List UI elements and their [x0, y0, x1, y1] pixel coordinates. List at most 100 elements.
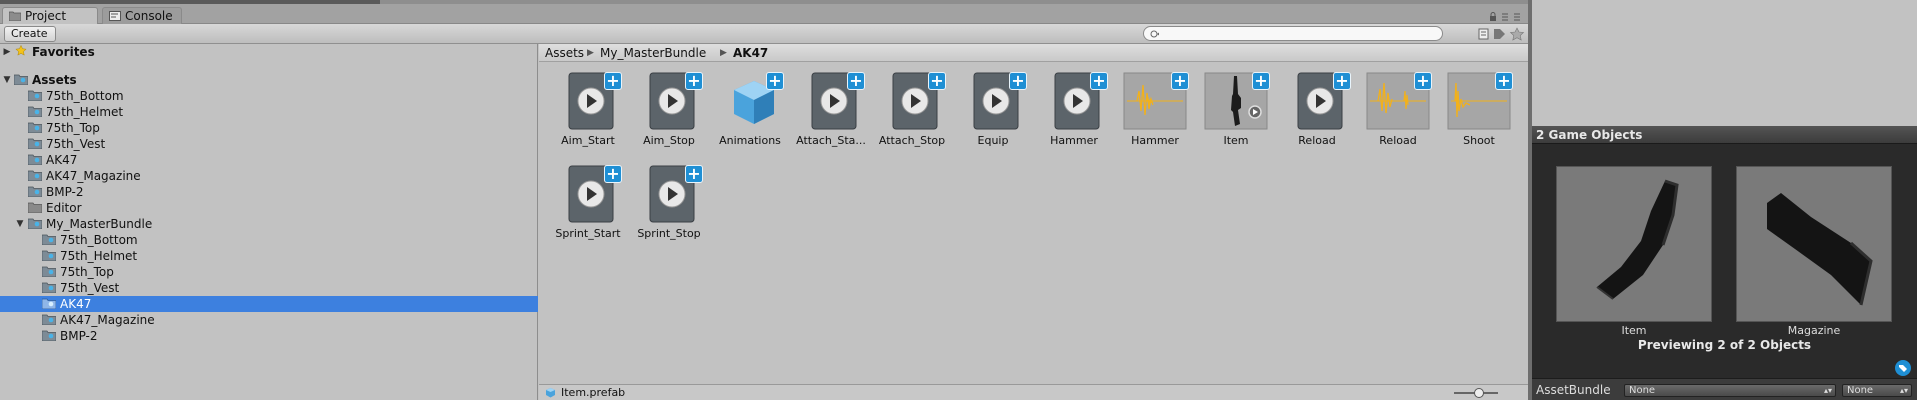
- filter-by-type-icon[interactable]: [1478, 28, 1489, 40]
- tree-item-ak47-magazine[interactable]: AK47_Magazine: [0, 168, 538, 184]
- chevron-updown-icon: ▴▾: [1899, 386, 1908, 395]
- asset-name: Sprint_Start: [555, 227, 621, 240]
- asset-sprint-start[interactable]: + Sprint_Start: [548, 159, 628, 249]
- add-plus-icon[interactable]: +: [685, 72, 703, 90]
- add-plus-icon[interactable]: +: [1171, 72, 1189, 90]
- slider-knob[interactable]: [1474, 388, 1484, 398]
- add-plus-icon[interactable]: +: [1009, 72, 1027, 90]
- asset-animations[interactable]: + Animations: [710, 66, 790, 156]
- favorites-label: Favorites: [32, 45, 95, 59]
- tab-console[interactable]: Console: [102, 7, 182, 24]
- add-plus-icon[interactable]: +: [766, 72, 784, 90]
- add-plus-icon[interactable]: +: [604, 72, 622, 90]
- preview-item[interactable]: [1556, 166, 1712, 322]
- tree-favorites[interactable]: ▶ Favorites: [0, 44, 538, 60]
- folder-icon: [14, 74, 28, 85]
- add-plus-icon[interactable]: +: [1414, 72, 1432, 90]
- assetbundle-bar: AssetBundle None ▴▾ None ▴▾: [1532, 378, 1917, 400]
- tree-item-editor[interactable]: Editor: [0, 200, 538, 216]
- asset-aim-start[interactable]: + Aim_Start: [548, 66, 628, 156]
- console-icon: [109, 11, 121, 21]
- tree-item-75th-vest[interactable]: 75th_Vest: [0, 136, 538, 152]
- tree-item-75th-bottom[interactable]: 75th_Bottom: [0, 88, 538, 104]
- asset-name: Reload: [1298, 134, 1336, 147]
- folder-icon: [42, 266, 56, 277]
- variant-value: None: [1847, 385, 1874, 396]
- add-plus-icon[interactable]: +: [928, 72, 946, 90]
- magazine-preview-icon: [1767, 193, 1873, 306]
- inspector-empty-area: [1532, 0, 1917, 126]
- search-icon: [1150, 30, 1159, 38]
- tree-item-label: 75th_Top: [60, 265, 114, 279]
- filter-by-label-icon[interactable]: [1494, 29, 1505, 39]
- collapse-arrow-icon[interactable]: ▼: [15, 216, 25, 232]
- expand-arrow-icon[interactable]: ▶: [2, 44, 12, 60]
- asset-equip[interactable]: + Equip: [953, 66, 1033, 156]
- asset-reload-anim[interactable]: + Reload: [1277, 66, 1357, 156]
- add-plus-icon[interactable]: +: [1333, 72, 1351, 90]
- search-field[interactable]: [1143, 26, 1443, 41]
- folder-icon: [28, 90, 42, 101]
- tree-subitem-75th-vest[interactable]: 75th_Vest: [0, 280, 538, 296]
- tab-bar: Project Console: [0, 4, 1528, 24]
- tab-project[interactable]: Project: [2, 7, 98, 24]
- folder-icon: [28, 122, 42, 133]
- tab-project-label: Project: [25, 9, 67, 23]
- tree-subitem-bmp-2[interactable]: BMP-2: [0, 328, 538, 344]
- folder-icon: [28, 138, 42, 149]
- asset-attach-start[interactable]: + Attach_Sta...: [791, 66, 871, 156]
- tree-item-75th-top[interactable]: 75th_Top: [0, 120, 538, 136]
- folder-icon: [42, 250, 56, 261]
- assetbundle-dropdown[interactable]: None ▴▾: [1624, 384, 1836, 397]
- tree-subitem-ak47-magazine[interactable]: AK47_Magazine: [0, 312, 538, 328]
- tree-subitem-75th-top[interactable]: 75th_Top: [0, 264, 538, 280]
- tree-item-label: AK47_Magazine: [60, 313, 155, 327]
- add-plus-icon[interactable]: +: [1090, 72, 1108, 90]
- tree-item-75th-helmet[interactable]: 75th_Helmet: [0, 104, 538, 120]
- asset-name: Animations: [719, 134, 781, 147]
- tree-item-my-masterbundle[interactable]: ▼ My_MasterBundle: [0, 216, 538, 232]
- favorite-star-icon[interactable]: [1509, 27, 1525, 41]
- tree-subitem-75th-helmet[interactable]: 75th_Helmet: [0, 248, 538, 264]
- asset-hammer-audio[interactable]: + Hammer: [1115, 66, 1195, 156]
- window-controls-icon[interactable]: [1488, 12, 1524, 22]
- asset-name: Aim_Stop: [643, 134, 695, 147]
- icon-size-slider[interactable]: [1454, 388, 1498, 398]
- add-plus-icon[interactable]: +: [604, 165, 622, 183]
- selected-file-path: Item.prefab: [561, 386, 626, 399]
- asset-sprint-stop[interactable]: + Sprint_Stop: [629, 159, 709, 249]
- breadcrumb-root[interactable]: Assets: [545, 44, 584, 62]
- add-plus-icon[interactable]: +: [685, 165, 703, 183]
- asset-reload-audio[interactable]: + Reload: [1358, 66, 1438, 156]
- assetbundle-variant-dropdown[interactable]: None ▴▾: [1842, 384, 1912, 397]
- asset-shoot-audio[interactable]: + Shoot: [1439, 66, 1519, 156]
- asset-name: Shoot: [1463, 134, 1495, 147]
- tag-icon[interactable]: [1894, 359, 1912, 377]
- add-plus-icon[interactable]: +: [1252, 72, 1270, 90]
- add-plus-icon[interactable]: +: [847, 72, 865, 90]
- asset-hammer-anim[interactable]: + Hammer: [1034, 66, 1114, 156]
- folder-icon: [42, 234, 56, 245]
- create-label: Create: [11, 27, 48, 40]
- create-dropdown[interactable]: Create ▾: [4, 26, 56, 53]
- folder-icon: [42, 330, 56, 341]
- tree-subitem-75th-bottom[interactable]: 75th_Bottom: [0, 232, 538, 248]
- tree-item-bmp-2[interactable]: BMP-2: [0, 184, 538, 200]
- tree-item-label: 75th_Helmet: [46, 105, 124, 119]
- breadcrumb-parent[interactable]: My_MasterBundle: [600, 44, 706, 62]
- breadcrumb: Assets ▶ My_MasterBundle ▶ AK47: [539, 44, 1528, 62]
- asset-attach-stop[interactable]: + Attach_Stop: [872, 66, 952, 156]
- asset-aim-stop[interactable]: + Aim_Stop: [629, 66, 709, 156]
- add-plus-icon[interactable]: +: [1495, 72, 1513, 90]
- folder-icon: [28, 202, 42, 213]
- tree-item-ak47[interactable]: AK47: [0, 152, 538, 168]
- folder-icon: [28, 170, 42, 181]
- tree-assets[interactable]: ▼ Assets: [0, 72, 538, 88]
- folder-icon: [28, 106, 42, 117]
- asset-name: Attach_Stop: [878, 134, 946, 147]
- collapse-arrow-icon[interactable]: ▼: [2, 72, 12, 88]
- preview-magazine[interactable]: [1736, 166, 1892, 322]
- asset-item[interactable]: + Item: [1196, 66, 1276, 156]
- preview-count: Previewing 2 of 2 Objects: [1637, 338, 1812, 352]
- tree-subitem-ak47-selected[interactable]: AK47: [0, 296, 538, 312]
